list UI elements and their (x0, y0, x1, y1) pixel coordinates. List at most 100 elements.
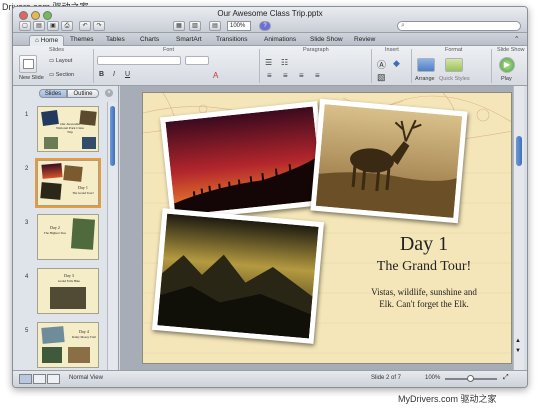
tab-tables[interactable]: Tables (101, 35, 130, 46)
slide-thumbnail-4[interactable]: Day 3 Grand Falls Hike (37, 268, 99, 314)
play-icon: ▶ (503, 60, 511, 69)
slide-sorter-icon[interactable] (33, 374, 46, 384)
align-right-icon[interactable]: ≡ (299, 71, 304, 80)
table-icon[interactable]: ▦ (173, 21, 185, 31)
font-size-select[interactable] (185, 56, 209, 65)
print-icon[interactable]: ⎙ (61, 21, 73, 31)
window-title: Our Awesome Class Trip.pptx (217, 9, 323, 18)
tab-charts[interactable]: Charts (135, 35, 164, 46)
group-slideshow-header: Slide Show (497, 47, 525, 53)
zoom-select[interactable]: 100% (227, 21, 251, 31)
slide-counter: Slide 2 of 7 (371, 375, 402, 381)
slide-number: 2 (25, 166, 29, 172)
justify-icon[interactable]: ≡ (315, 71, 320, 80)
thumb-photo (70, 218, 96, 250)
align-center-icon[interactable]: ≡ (283, 71, 288, 80)
divider (371, 49, 372, 83)
thumb-photo (40, 182, 62, 200)
normal-view-icon[interactable] (19, 374, 32, 384)
divider (411, 49, 412, 83)
undo-icon[interactable]: ↶ (79, 21, 91, 31)
zoom-slider[interactable] (445, 375, 497, 382)
tab-transitions[interactable]: Transitions (211, 35, 253, 46)
sunset-image (165, 106, 323, 216)
sunset-photo[interactable] (159, 101, 329, 221)
new-slide-label: New Slide (19, 75, 44, 81)
section-button[interactable]: ▭ Section (49, 72, 74, 78)
new-slide-button[interactable] (19, 55, 37, 73)
pane-scrollbar[interactable] (107, 102, 117, 370)
shape-icon[interactable]: ◆ (393, 58, 400, 69)
insert-picture-icon[interactable]: ▧ (377, 72, 386, 83)
new-slide-icon (23, 59, 34, 69)
view-mode-label: Normal View (69, 375, 103, 381)
fit-window-icon[interactable]: ⤢ (503, 374, 509, 382)
ribbon-collapse-icon[interactable]: ⌃ (509, 35, 524, 46)
tab-review[interactable]: Review (349, 35, 380, 46)
search-input[interactable]: ⌕ (397, 21, 521, 31)
zoom-slider-knob[interactable] (467, 375, 474, 382)
play-label: Play (501, 76, 512, 82)
thumb-title: Day 2 (50, 225, 60, 230)
mountain-photo[interactable] (151, 208, 325, 344)
slide-number: 1 (25, 112, 29, 118)
play-button[interactable]: ▶ (499, 57, 515, 73)
quick-styles-button[interactable] (445, 58, 463, 72)
italic-icon[interactable]: I (113, 71, 115, 78)
arrange-button[interactable] (417, 58, 435, 72)
slide-title[interactable]: Day 1 (339, 233, 509, 256)
scroll-up-icon[interactable]: ▲ (515, 338, 521, 344)
open-icon[interactable]: ▤ (33, 21, 45, 31)
canvas-scrollbar[interactable]: ▲ ▼ (513, 86, 524, 372)
slide-subtitle[interactable]: The Grand Tour! (339, 259, 509, 275)
bullets-icon[interactable]: ☰ (265, 58, 272, 67)
group-paragraph-header: Paragraph (303, 47, 329, 53)
thumb-photo (42, 347, 62, 363)
slide-thumbnail-1[interactable]: Our Awesome National Park Class Trip (37, 106, 99, 152)
thumb-subtitle: The Highest Tree (43, 231, 67, 235)
tab-slide-show[interactable]: Slide Show (305, 35, 348, 46)
slide-number: 4 (25, 274, 29, 280)
scroll-down-icon[interactable]: ▼ (515, 348, 521, 354)
new-icon[interactable]: ▢ (19, 21, 31, 31)
picture-icon[interactable]: ▧ (189, 21, 201, 31)
ribbon: Slides Font Paragraph Insert Format Slid… (13, 46, 527, 86)
elk-photo[interactable] (310, 98, 468, 224)
pane-scroll-thumb[interactable] (110, 106, 115, 166)
search-icon: ⌕ (401, 22, 405, 29)
slide-body-line-2[interactable]: Elk. Can't forget the Elk. (339, 299, 509, 309)
save-icon[interactable]: ▣ (47, 21, 59, 31)
close-pane-icon[interactable]: × (105, 89, 113, 97)
redo-icon[interactable]: ↷ (93, 21, 105, 31)
slide-canvas: Day 1 The Grand Tour! Vistas, wildlife, … (120, 86, 524, 372)
tab-home[interactable]: ⌂ Home (29, 35, 65, 46)
font-name-select[interactable] (97, 56, 181, 65)
slides-view-button[interactable]: Slides (39, 89, 67, 98)
numbering-icon[interactable]: ☷ (281, 58, 288, 67)
slide-thumbnail-3[interactable]: Day 2 The Highest Tree (37, 214, 99, 260)
slide-body-line-1[interactable]: Vistas, wildlife, sunshine and (339, 287, 509, 297)
tab-animations[interactable]: Animations (259, 35, 301, 46)
tab-themes[interactable]: Themes (65, 35, 98, 46)
slide-thumbnail-2[interactable]: Day 1 The Grand Tour! (35, 158, 101, 208)
canvas-scroll-thumb[interactable] (516, 136, 522, 166)
slide-thumbnail-5[interactable]: Day 4 Rainy Mosey Trail (37, 322, 99, 368)
status-bar: Normal View Slide 2 of 7 100% ⤢ (13, 370, 527, 387)
media-icon[interactable]: ▤ (209, 21, 221, 31)
current-slide[interactable]: Day 1 The Grand Tour! Vistas, wildlife, … (142, 92, 512, 364)
text-box-icon[interactable]: Ⓐ (377, 58, 386, 71)
font-color-icon[interactable]: A (213, 71, 218, 80)
underline-icon[interactable]: U (125, 71, 130, 78)
layout-button[interactable]: ▭ Layout (49, 58, 72, 64)
help-icon[interactable]: ? (259, 21, 271, 31)
thumb-photo (41, 326, 65, 344)
align-left-icon[interactable]: ≡ (267, 71, 272, 80)
thumb-photo (68, 347, 90, 363)
slideshow-view-icon[interactable] (47, 374, 60, 384)
group-slides-header: Slides (49, 47, 64, 53)
bold-icon[interactable]: B (99, 71, 104, 78)
mountain-image (157, 213, 319, 339)
title-bar: Our Awesome Class Trip.pptx ▢ ▤ ▣ ⎙ ↶ ↷ … (13, 7, 527, 33)
outline-view-button[interactable]: Outline (67, 89, 99, 98)
tab-smartart[interactable]: SmartArt (171, 35, 207, 46)
